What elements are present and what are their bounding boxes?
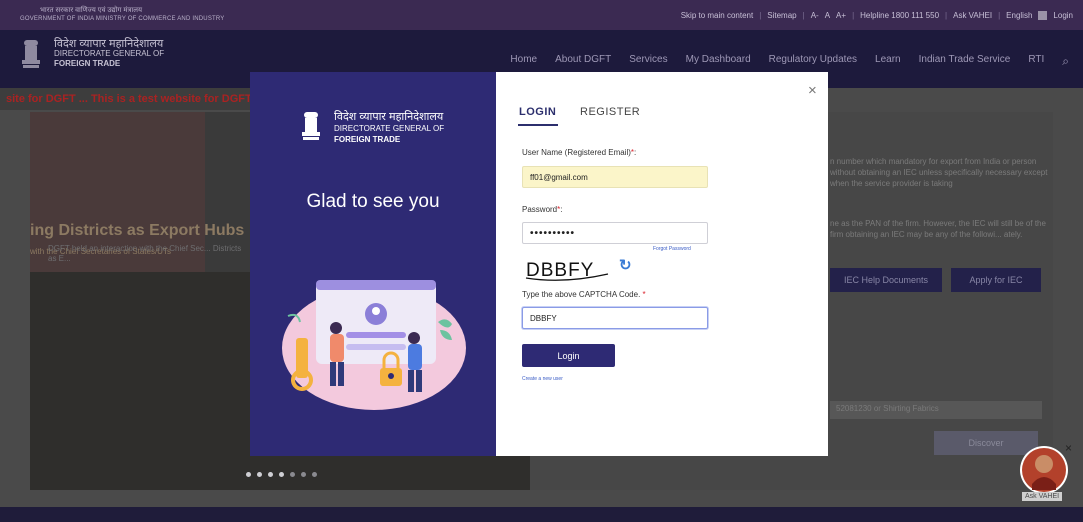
nav-logo-text[interactable]: विदेश व्यापार महानिदेशालय DIRECTORATE GE… <box>54 39 164 69</box>
slider-dot[interactable] <box>246 472 251 477</box>
modal-logo-en2: FOREIGN TRADE <box>334 135 401 144</box>
login-button[interactable]: Login <box>522 344 615 367</box>
forgot-password-link[interactable]: Forgot Password <box>653 246 691 252</box>
logo-hindi: विदेश व्यापार महानिदेशालय <box>54 38 164 50</box>
ask-vahei-avatar-icon[interactable]: × <box>1014 440 1074 500</box>
modal-logo-text: विदेश व्यापार महानिदेशालय DIRECTORATE GE… <box>334 112 444 145</box>
separator: | <box>759 11 762 20</box>
font-decrease[interactable]: A- <box>811 11 819 20</box>
tab-login[interactable]: LOGIN <box>519 106 556 118</box>
active-tab-indicator <box>518 124 558 126</box>
language-link[interactable]: English <box>1006 11 1032 20</box>
gov-english: GOVERNMENT OF INDIA MINISTRY OF COMMERCE… <box>20 16 225 22</box>
slide-caption: DGFT held an interaction with the Chief … <box>48 244 242 263</box>
iec-help-button[interactable]: IEC Help Documents <box>830 268 942 292</box>
iec-description: n number which mandatory for export from… <box>830 157 1048 188</box>
font-increase[interactable]: A+ <box>836 11 846 20</box>
captcha-label: Type the above CAPTCHA Code. * <box>522 290 646 299</box>
tab-register[interactable]: REGISTER <box>580 106 640 118</box>
separator: | <box>802 11 805 20</box>
captcha-input[interactable]: DBBFY <box>522 307 708 329</box>
captcha-image: DBBFY <box>525 260 609 281</box>
separator: | <box>998 11 1001 20</box>
ask-vahei-label[interactable]: Ask VAHEI <box>1022 492 1063 501</box>
nav-rti[interactable]: RTI <box>1028 54 1044 69</box>
slider-dot[interactable] <box>312 472 317 477</box>
emblem-icon <box>22 40 40 68</box>
sitemap-link[interactable]: Sitemap <box>767 11 796 20</box>
modal-logo-en1: DIRECTORATE GENERAL OF <box>334 124 445 133</box>
ask-vahei-link[interactable]: Ask VAHEI <box>953 11 992 20</box>
login-illustration-icon <box>282 280 466 410</box>
create-user-link[interactable]: Create a new user <box>522 376 563 382</box>
nav-trade-service[interactable]: Indian Trade Service <box>919 54 1011 69</box>
hs-code-select[interactable]: 52081230 or Shirting Fabrics <box>830 401 1042 419</box>
required-marker: * <box>630 148 635 157</box>
required-marker: * <box>557 205 561 214</box>
skip-link[interactable]: Skip to main content <box>681 11 753 20</box>
modal-logo-hindi: विदेश व्यापार महानिदेशालय <box>334 111 444 123</box>
search-icon[interactable]: ⌕ <box>1062 54 1069 69</box>
modal-tagline: Glad to see you <box>306 191 440 212</box>
nav-about[interactable]: About DGFT <box>555 54 611 69</box>
banner-title: ing Districts as Export Hubs <box>30 222 245 239</box>
nav-menu: Home About DGFT Services My Dashboard Re… <box>510 54 1069 69</box>
nav-services[interactable]: Services <box>629 54 667 69</box>
font-normal[interactable]: A <box>825 11 830 20</box>
captcha-label-text: Type the above CAPTCHA Code. <box>522 290 641 299</box>
gov-hindi: भारत सरकार वाणिज्य एवं उद्योग मंत्रालय <box>40 7 143 14</box>
apply-iec-button[interactable]: Apply for IEC <box>951 268 1041 292</box>
svg-text:×: × <box>1065 441 1072 455</box>
nav-learn[interactable]: Learn <box>875 54 901 69</box>
username-field[interactable]: ff01@gmail.com <box>522 166 708 188</box>
separator: | <box>945 11 948 20</box>
separator: | <box>852 11 855 20</box>
slider-dot[interactable] <box>279 472 284 477</box>
close-icon[interactable]: × <box>808 82 817 99</box>
password-field[interactable]: •••••••••• <box>522 222 708 244</box>
nav-dashboard[interactable]: My Dashboard <box>686 54 751 69</box>
nav-home[interactable]: Home <box>510 54 537 69</box>
iec-description-2: ne as the PAN of the firm. However, the … <box>830 219 1046 239</box>
username-label-text: User Name (Registered Email) <box>522 148 631 157</box>
slider-dot[interactable] <box>290 472 295 477</box>
login-link[interactable]: Login <box>1053 11 1073 20</box>
slider-dot[interactable] <box>257 472 262 477</box>
username-label: User Name (Registered Email)*: <box>522 148 637 157</box>
helpline-text: Helpline 1800 111 550 <box>860 11 940 20</box>
refresh-captcha-icon[interactable]: ↻ <box>619 256 632 274</box>
password-label-text: Password <box>522 205 558 214</box>
logo-en2: FOREIGN TRADE <box>54 59 121 68</box>
slider-dot[interactable] <box>301 472 306 477</box>
required-marker: * <box>642 290 646 299</box>
slider-dots <box>246 472 317 477</box>
emblem-icon <box>302 112 320 140</box>
logo-en1: DIRECTORATE GENERAL OF <box>54 49 165 58</box>
government-label: भारत सरकार वाणिज्य एवं उद्योग मंत्रालय G… <box>20 6 225 24</box>
nav-regulatory[interactable]: Regulatory Updates <box>769 54 857 69</box>
language-checkbox[interactable] <box>1038 11 1048 20</box>
top-utility-bar: भारत सरकार वाणिज्य एवं उद्योग मंत्रालय G… <box>0 0 1083 30</box>
slider-dot[interactable] <box>268 472 273 477</box>
password-label: Password*: <box>522 205 563 214</box>
footer-strip <box>0 507 1083 522</box>
utility-links: Skip to main content | Sitemap | A- A A+… <box>681 11 1073 20</box>
